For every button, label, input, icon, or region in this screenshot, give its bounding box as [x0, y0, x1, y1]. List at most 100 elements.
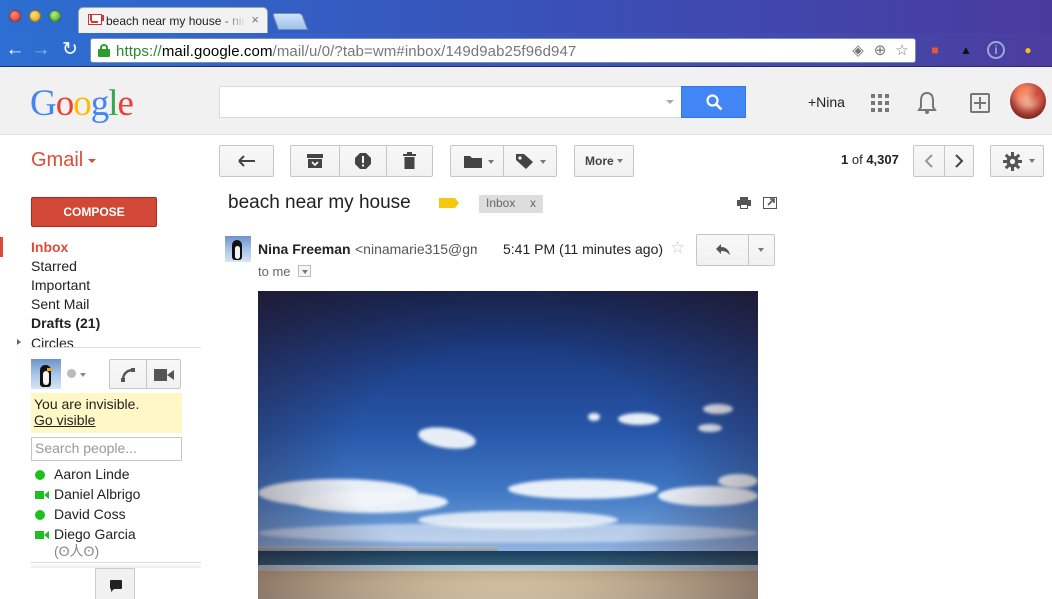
window-minimize-button[interactable] [29, 10, 41, 22]
online-status-icon [35, 470, 45, 480]
chat-contact[interactable]: Aaron Linde [35, 466, 130, 482]
chevron-down-icon[interactable] [80, 373, 86, 377]
status-gear-icon[interactable] [67, 369, 76, 378]
nav-item-important[interactable]: Important [31, 277, 90, 293]
notifications-bell-icon[interactable] [917, 91, 937, 115]
report-spam-button[interactable] [340, 146, 386, 176]
logo-letter: G [30, 83, 57, 124]
print-icon[interactable] [737, 197, 751, 209]
account-avatar[interactable] [1010, 83, 1046, 119]
pager-current: 1 [841, 152, 849, 167]
chevron-left-icon [924, 154, 933, 168]
pager-nav-group [913, 145, 974, 177]
tab-close-icon[interactable]: × [251, 12, 259, 27]
invisible-status-notice: You are invisible. Go visible [31, 393, 182, 433]
reply-group [696, 234, 775, 266]
contact-name: Aaron Linde [54, 466, 130, 482]
video-status-icon [35, 531, 49, 539]
window-zoom-button[interactable] [49, 10, 61, 22]
new-window-icon[interactable] [763, 197, 777, 209]
archive-button[interactable] [291, 146, 339, 176]
nav-item-drafts[interactable]: Drafts (21) [31, 315, 100, 331]
folder-icon [464, 156, 482, 168]
logo-letter: o [55, 83, 74, 124]
chevron-down-icon [617, 159, 623, 163]
window-close-button[interactable] [9, 10, 21, 22]
address-bar[interactable]: https://mail.google.com/mail/u/0/?tab=wm… [90, 38, 916, 63]
reload-icon[interactable]: ↻ [59, 39, 81, 61]
url-path: /mail/u/0/?tab=wm#inbox/149d9ab25f96d947 [272, 43, 577, 60]
tag-icon [516, 154, 533, 169]
message-actions-group [290, 145, 433, 177]
important-marker-icon[interactable] [439, 198, 459, 208]
nav-item-starred[interactable]: Starred [31, 258, 77, 274]
chevron-down-icon [488, 160, 494, 164]
search-people-input[interactable]: Search people... [31, 437, 182, 461]
newer-button[interactable] [914, 146, 944, 176]
logo-letter: e [117, 83, 134, 124]
spam-alert-icon [355, 153, 371, 169]
search-input[interactable] [219, 86, 682, 118]
bookmark-star-icon[interactable]: ☆ [893, 42, 911, 60]
archive-icon [307, 154, 323, 168]
nav-item-sent-mail[interactable]: Sent Mail [31, 296, 89, 312]
recipients-summary: to me [258, 264, 291, 279]
search-button[interactable] [681, 86, 746, 118]
older-button[interactable] [945, 146, 975, 176]
show-details-button[interactable] [298, 265, 311, 277]
phone-icon[interactable] [120, 367, 136, 383]
apps-grid-icon[interactable] [871, 94, 889, 112]
settings-button[interactable] [990, 145, 1044, 177]
reply-icon[interactable] [715, 244, 731, 256]
video-camera-icon[interactable] [154, 369, 174, 381]
chat-contact[interactable]: David Coss [35, 506, 126, 522]
chat-toggle-button[interactable] [95, 568, 135, 599]
nav-item-inbox[interactable]: Inbox [31, 239, 68, 255]
remove-label-button[interactable]: x [530, 196, 536, 210]
new-tab-button[interactable] [271, 13, 309, 30]
nav-divider [31, 347, 201, 348]
search-options-caret-icon[interactable] [666, 100, 674, 104]
move-to-button[interactable] [451, 146, 503, 176]
go-visible-link[interactable]: Go visible [34, 412, 179, 428]
zoom-icon[interactable]: ⊕ [871, 42, 889, 60]
gmail-header: Google +Nina [0, 67, 1052, 135]
nav-item-circles[interactable]: Circles [31, 335, 74, 347]
search-icon [706, 94, 723, 111]
more-button[interactable]: More [574, 145, 634, 177]
mask-extension-icon[interactable]: ● [1019, 41, 1037, 59]
google-logo[interactable]: Google [30, 82, 134, 125]
url-host: mail.google.com [161, 43, 273, 60]
browser-nav-bar: ← → ↻ https://mail.google.com/mail/u/0/?… [0, 33, 1052, 67]
active-folder-indicator [0, 237, 3, 257]
labels-button[interactable] [504, 146, 557, 176]
gear-icon [1003, 152, 1022, 171]
star-icon[interactable]: ☆ [670, 238, 685, 258]
chevron-down-icon [1029, 159, 1035, 163]
share-plus-icon[interactable] [970, 93, 990, 113]
trash-icon [403, 152, 416, 169]
forward-arrow-icon[interactable]: → [30, 39, 52, 61]
chat-contact[interactable]: Diego Garcia [35, 526, 136, 542]
compose-button[interactable]: COMPOSE [31, 197, 157, 227]
info-extension-icon[interactable]: i [987, 41, 1005, 59]
reply-options-caret-icon[interactable] [758, 248, 764, 252]
gmail-menu-button[interactable]: Gmail [31, 149, 97, 172]
contact-name: Daniel Albrigo [54, 486, 141, 502]
gmail-label-text: Gmail [31, 149, 84, 171]
back-to-inbox-button[interactable] [219, 145, 274, 177]
contact-status-message: (ʘ人ʘ) [54, 543, 100, 559]
video-status-icon [35, 491, 49, 499]
hat-extension-icon[interactable]: ▲ [957, 41, 975, 59]
delete-button[interactable] [387, 146, 433, 176]
chat-contact[interactable]: Daniel Albrigo [35, 486, 140, 502]
sender-avatar[interactable] [225, 236, 251, 262]
browser-tab-active[interactable]: beach near my house - nina × [78, 7, 268, 33]
ebay-extension-icon[interactable]: ■ [924, 41, 946, 59]
plus-profile-link[interactable]: +Nina [808, 94, 845, 110]
extension-diamond-icon[interactable]: ◈ [849, 42, 867, 60]
url-text[interactable]: https://mail.google.com/mail/u/0/?tab=wm… [116, 43, 576, 60]
back-arrow-icon[interactable]: ← [4, 39, 26, 61]
expand-arrow-icon[interactable] [17, 339, 21, 345]
chat-self-avatar[interactable] [31, 359, 61, 389]
